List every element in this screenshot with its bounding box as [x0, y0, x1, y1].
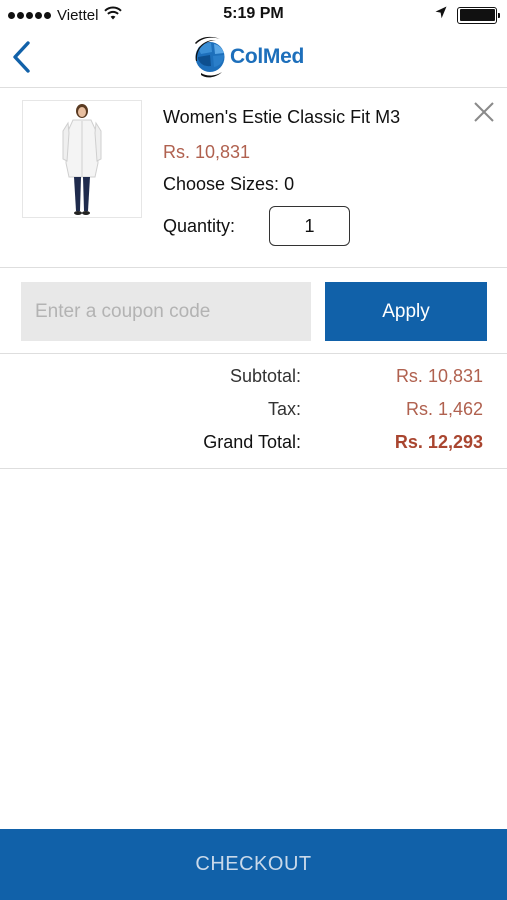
- grand-total-row: Grand Total: Rs. 12,293: [0, 432, 507, 458]
- quantity-row: Quantity:: [163, 206, 350, 246]
- grand-total-label: Grand Total:: [203, 432, 301, 452]
- battery-icon: [457, 6, 500, 24]
- cart-item: Women's Estie Classic Fit M3 Rs. 10,831 …: [0, 88, 507, 268]
- colmed-logo: ColMed: [192, 30, 304, 84]
- tax-label: Tax:: [267, 399, 301, 419]
- status-time: 5:19 PM: [223, 5, 284, 22]
- remove-item-button[interactable]: [472, 100, 496, 124]
- order-totals: Subtotal: Rs. 10,831 Tax: Rs. 1,462 Gran…: [0, 354, 507, 469]
- coupon-section: Apply: [0, 268, 507, 354]
- product-name[interactable]: Women's Estie Classic Fit M3: [163, 107, 400, 128]
- product-price: Rs. 10,831: [163, 142, 251, 162]
- apply-coupon-button[interactable]: Apply: [325, 282, 487, 341]
- product-image: [22, 100, 142, 218]
- chevron-left-icon: [13, 41, 30, 73]
- status-bar: Viettel 5:19 PM: [0, 0, 507, 30]
- tax-value: Rs. 1,462: [405, 399, 483, 419]
- location-arrow-icon: [435, 6, 447, 24]
- logo-text: ColMed: [230, 45, 305, 68]
- globe-logo-icon: [195, 36, 225, 78]
- subtotal-row: Subtotal: Rs. 10,831: [0, 366, 507, 392]
- back-button[interactable]: [10, 39, 36, 75]
- sizes-label: Choose Sizes:: [163, 174, 280, 194]
- nav-bar: ColMed: [0, 30, 507, 88]
- quantity-label: Quantity:: [163, 215, 236, 236]
- subtotal-label: Subtotal:: [229, 366, 301, 386]
- battery-fill: [459, 9, 495, 21]
- product-photo-lab-coat: [23, 101, 141, 217]
- subtotal-value: Rs. 10,831: [395, 366, 483, 386]
- close-icon: [474, 102, 494, 122]
- quantity-input[interactable]: [269, 206, 350, 246]
- tax-row: Tax: Rs. 1,462: [0, 399, 507, 425]
- status-right: [435, 6, 500, 24]
- checkout-button[interactable]: CHECKOUT: [0, 829, 507, 900]
- grand-total-value: Rs. 12,293: [394, 432, 483, 452]
- coupon-input[interactable]: [21, 282, 311, 341]
- sizes-value: 0: [284, 174, 295, 194]
- sizes-selector[interactable]: Choose Sizes: 0: [163, 174, 294, 195]
